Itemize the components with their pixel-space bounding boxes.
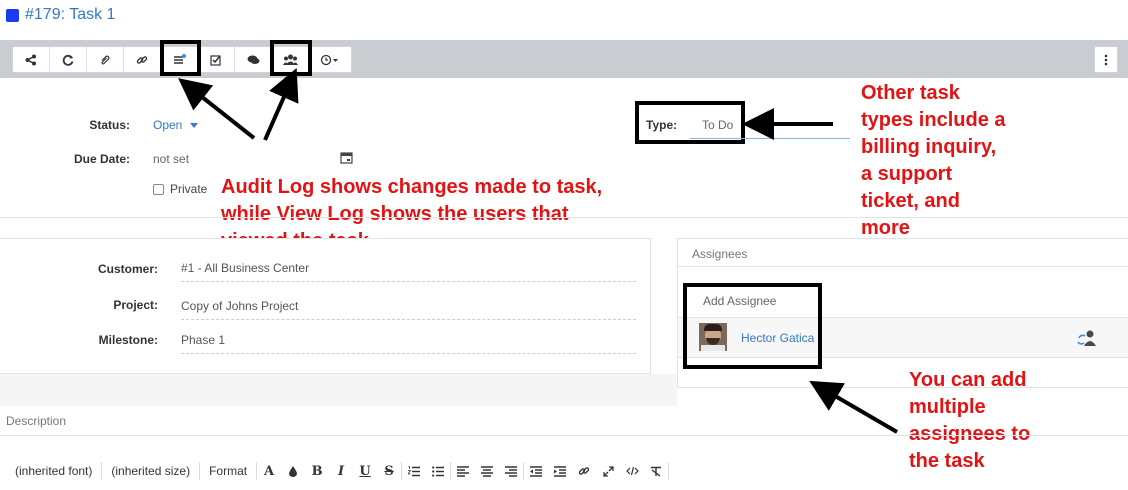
- arrow-to-assignees: [809, 380, 899, 434]
- arrow-to-audit-log: [178, 78, 256, 140]
- arrow-to-view-log: [263, 68, 299, 141]
- annotation-arrows: [178, 68, 899, 434]
